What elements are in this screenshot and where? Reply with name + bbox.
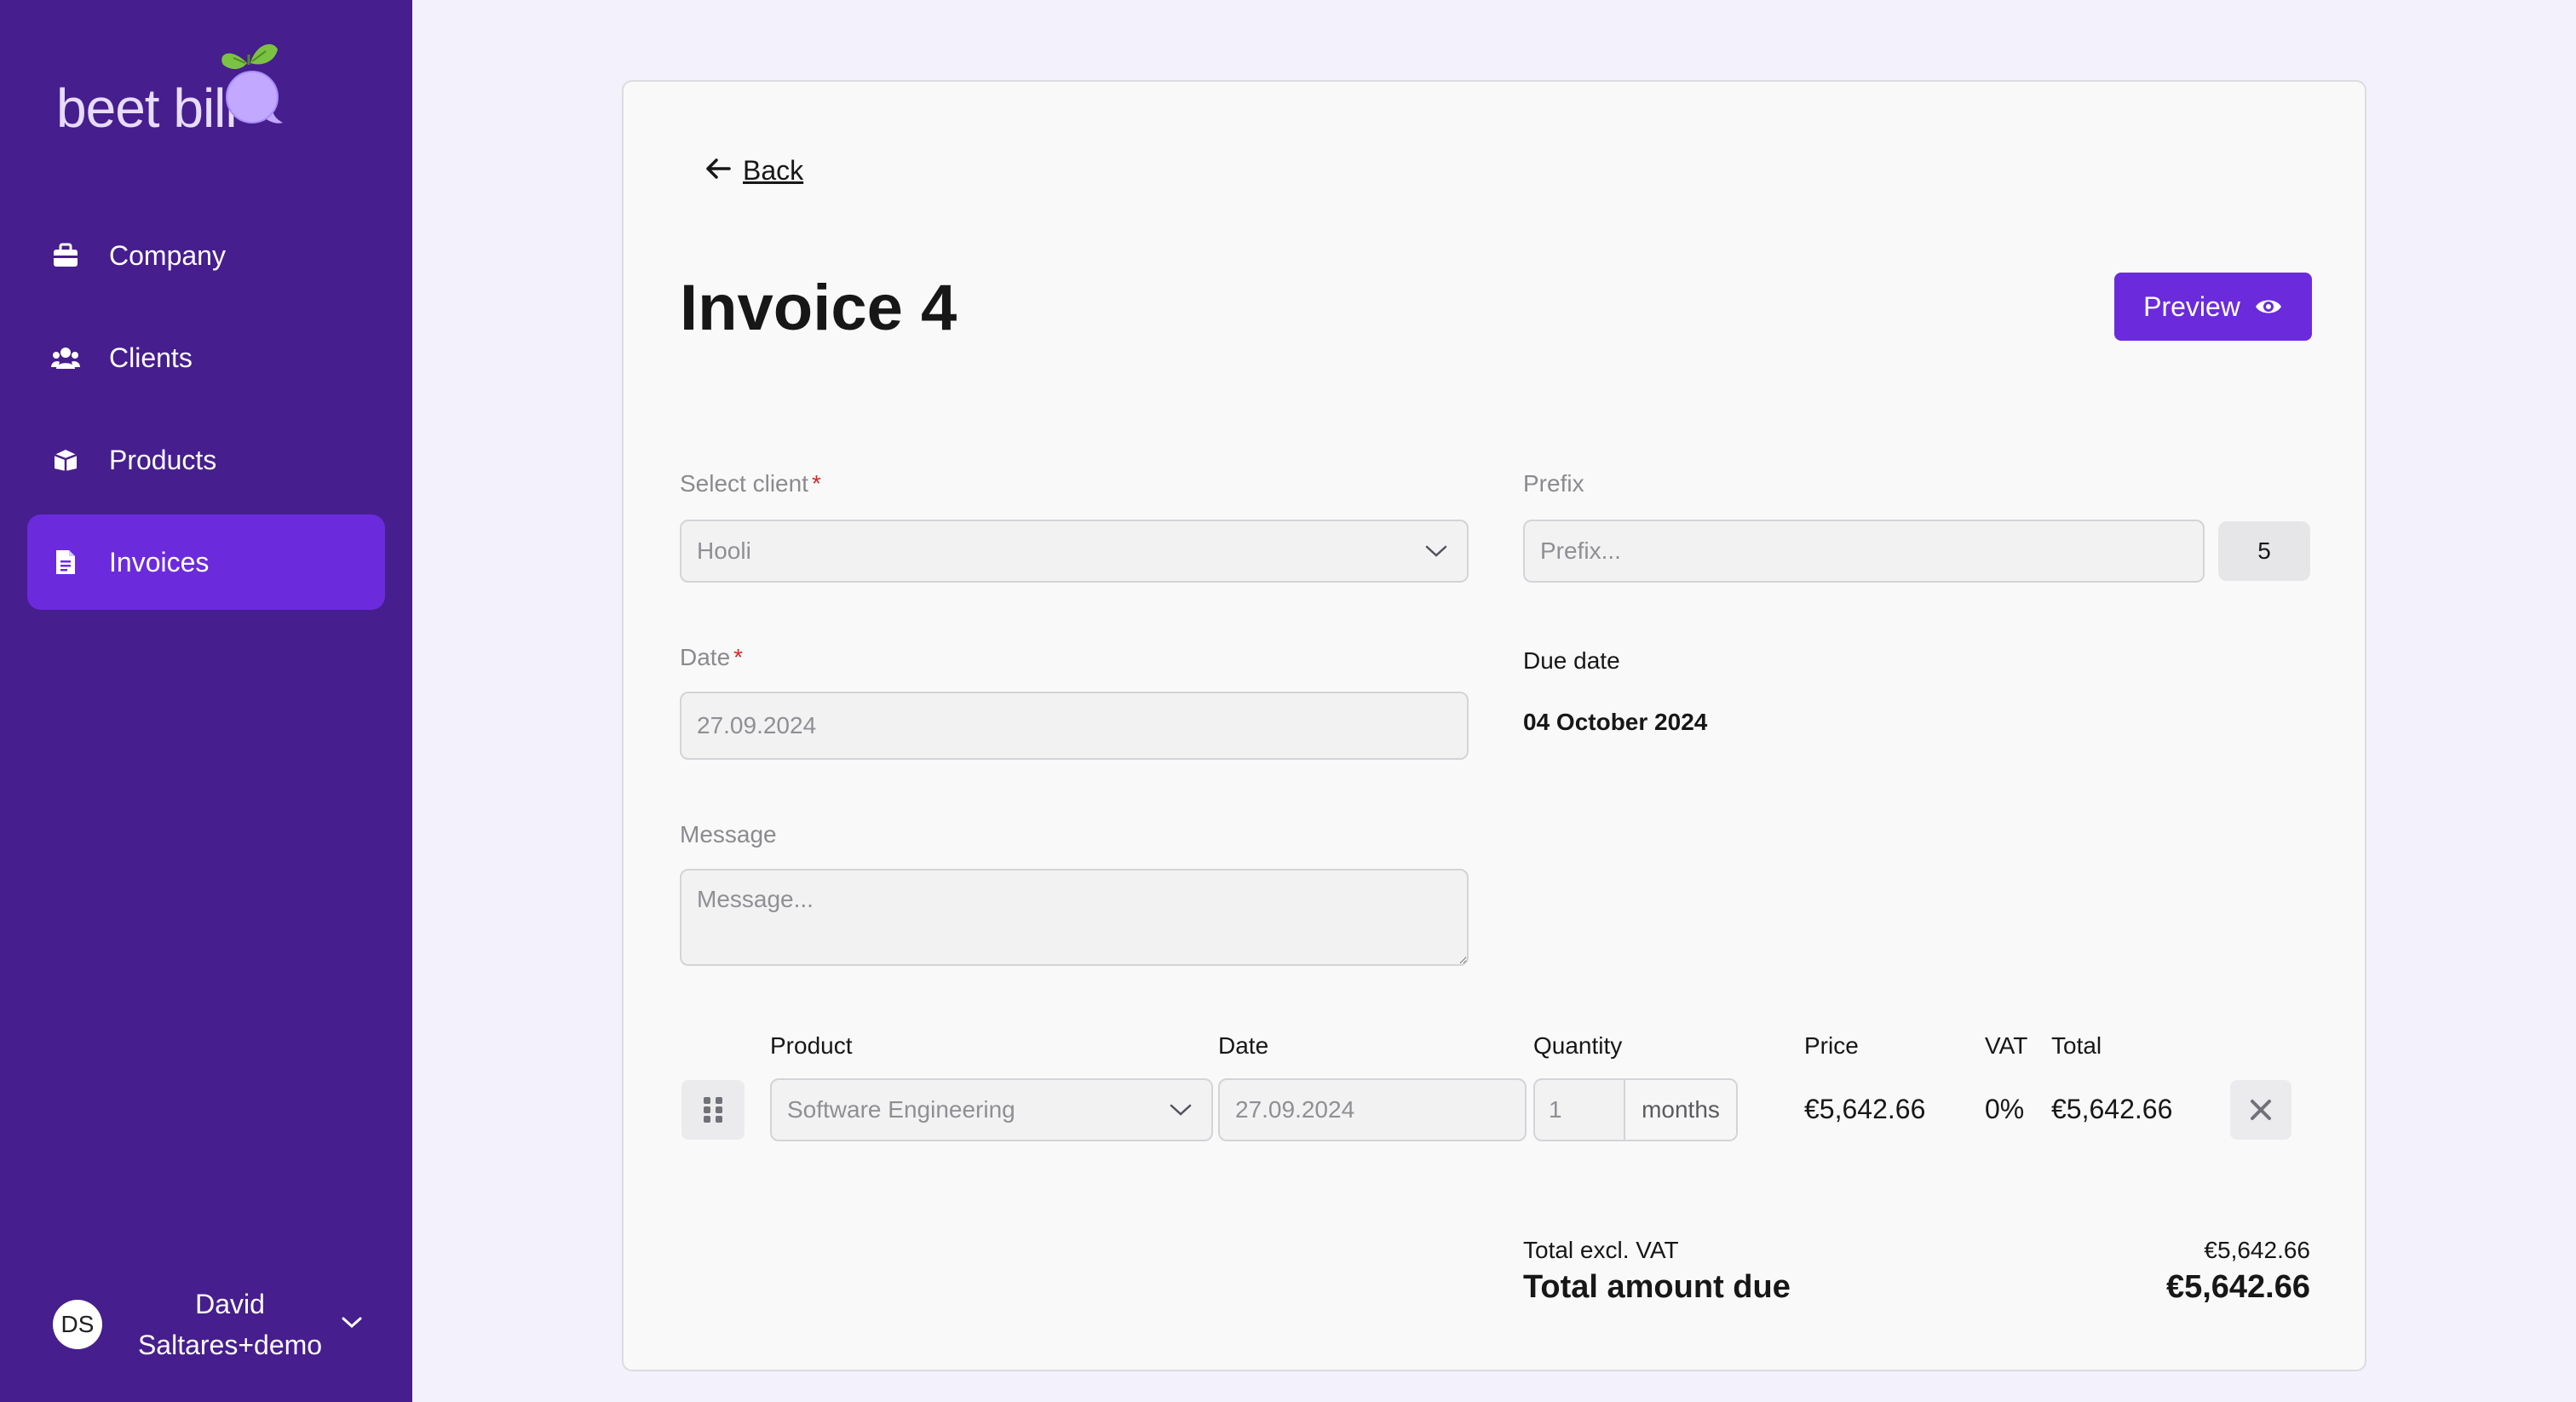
total-excl-vat-value: €5,642.66 bbox=[2204, 1237, 2310, 1263]
sidebar-item-label: Company bbox=[109, 239, 226, 271]
line-price: €5,642.66 bbox=[1804, 1094, 1926, 1124]
product-select[interactable]: Software Engineering bbox=[770, 1078, 1213, 1141]
sidebar-item-invoices[interactable]: Invoices bbox=[27, 514, 385, 610]
column-header-vat: VAT bbox=[1985, 1032, 2028, 1059]
quantity-input[interactable]: 1 bbox=[1535, 1080, 1625, 1140]
sidebar: beet bill Company Clients Products Invoi… bbox=[0, 0, 412, 1402]
remove-line-button[interactable] bbox=[2230, 1080, 2291, 1140]
sidebar-item-company[interactable]: Company bbox=[27, 208, 385, 303]
invoice-card: Back Invoice 4 Preview Select client * Ho… bbox=[622, 80, 2366, 1371]
product-select-value: Software Engineering bbox=[787, 1096, 1015, 1123]
column-header-quantity: Quantity bbox=[1533, 1032, 1623, 1059]
drag-handle-icon[interactable] bbox=[681, 1080, 745, 1140]
briefcase-icon bbox=[51, 241, 80, 270]
invoice-number-badge: 5 bbox=[2218, 521, 2310, 581]
line-date-value: 27.09.2024 bbox=[1235, 1096, 1355, 1123]
eye-icon bbox=[2254, 296, 2283, 317]
arrow-left-icon bbox=[705, 155, 731, 187]
prefix-label: Prefix bbox=[1523, 470, 1584, 497]
column-header-product: Product bbox=[770, 1032, 853, 1059]
message-label: Message bbox=[680, 821, 777, 848]
sidebar-item-label: Clients bbox=[109, 342, 193, 373]
date-input[interactable]: 27.09.2024 bbox=[680, 692, 1469, 760]
prefix-input[interactable]: Prefix... bbox=[1523, 520, 2205, 583]
sidebar-item-label: Invoices bbox=[109, 546, 210, 577]
client-select-value: Hooli bbox=[697, 537, 751, 564]
client-select[interactable]: Hooli bbox=[680, 520, 1469, 583]
due-date-label: Due date bbox=[1523, 647, 1620, 674]
brand-name: beet bill bbox=[56, 78, 238, 139]
date-label: Date * bbox=[680, 644, 744, 670]
close-icon bbox=[2250, 1099, 2272, 1121]
column-header-price: Price bbox=[1804, 1032, 1859, 1059]
due-date-value: 04 October 2024 bbox=[1523, 709, 1708, 735]
chevron-down-icon bbox=[1169, 1103, 1193, 1117]
message-textarea[interactable] bbox=[680, 869, 1469, 966]
back-link[interactable]: Back bbox=[705, 155, 803, 187]
line-total: €5,642.66 bbox=[2051, 1094, 2173, 1124]
column-header-total: Total bbox=[2051, 1032, 2102, 1059]
user-menu[interactable]: DS David Saltares+demo bbox=[27, 1278, 385, 1371]
column-header-date: Date bbox=[1218, 1032, 1269, 1059]
sidebar-item-clients[interactable]: Clients bbox=[27, 310, 385, 405]
sidebar-item-label: Products bbox=[109, 444, 217, 475]
avatar: DS bbox=[53, 1300, 102, 1349]
preview-label: Preview bbox=[2143, 290, 2240, 322]
chevron-down-icon bbox=[1424, 544, 1448, 558]
brand-logo[interactable]: beet bill bbox=[56, 34, 312, 145]
user-name: David Saltares+demo bbox=[137, 1289, 323, 1360]
line-vat: 0% bbox=[1985, 1094, 2025, 1124]
chevron-down-icon[interactable] bbox=[341, 1316, 363, 1334]
quantity-field: 1 months bbox=[1533, 1078, 1738, 1141]
line-date-input[interactable]: 27.09.2024 bbox=[1218, 1078, 1527, 1141]
required-mark: * bbox=[733, 644, 744, 670]
client-label: Select client * bbox=[680, 470, 821, 497]
total-due-value: €5,642.66 bbox=[2165, 1269, 2310, 1305]
box-icon bbox=[51, 445, 80, 474]
back-label: Back bbox=[743, 155, 804, 186]
preview-button[interactable]: Preview bbox=[2114, 273, 2312, 341]
page-title: Invoice 4 bbox=[680, 272, 957, 344]
total-excl-vat-label: Total excl. VAT bbox=[1523, 1237, 1679, 1263]
users-icon bbox=[51, 343, 80, 372]
total-due-label: Total amount due bbox=[1523, 1269, 1791, 1305]
sidebar-item-products[interactable]: Products bbox=[27, 412, 385, 508]
date-value: 27.09.2024 bbox=[697, 712, 817, 738]
prefix-placeholder: Prefix... bbox=[1540, 537, 1621, 564]
quantity-unit: months bbox=[1625, 1080, 1736, 1140]
required-mark: * bbox=[811, 470, 821, 497]
document-icon bbox=[51, 548, 80, 577]
beet-logo-icon bbox=[221, 43, 283, 124]
